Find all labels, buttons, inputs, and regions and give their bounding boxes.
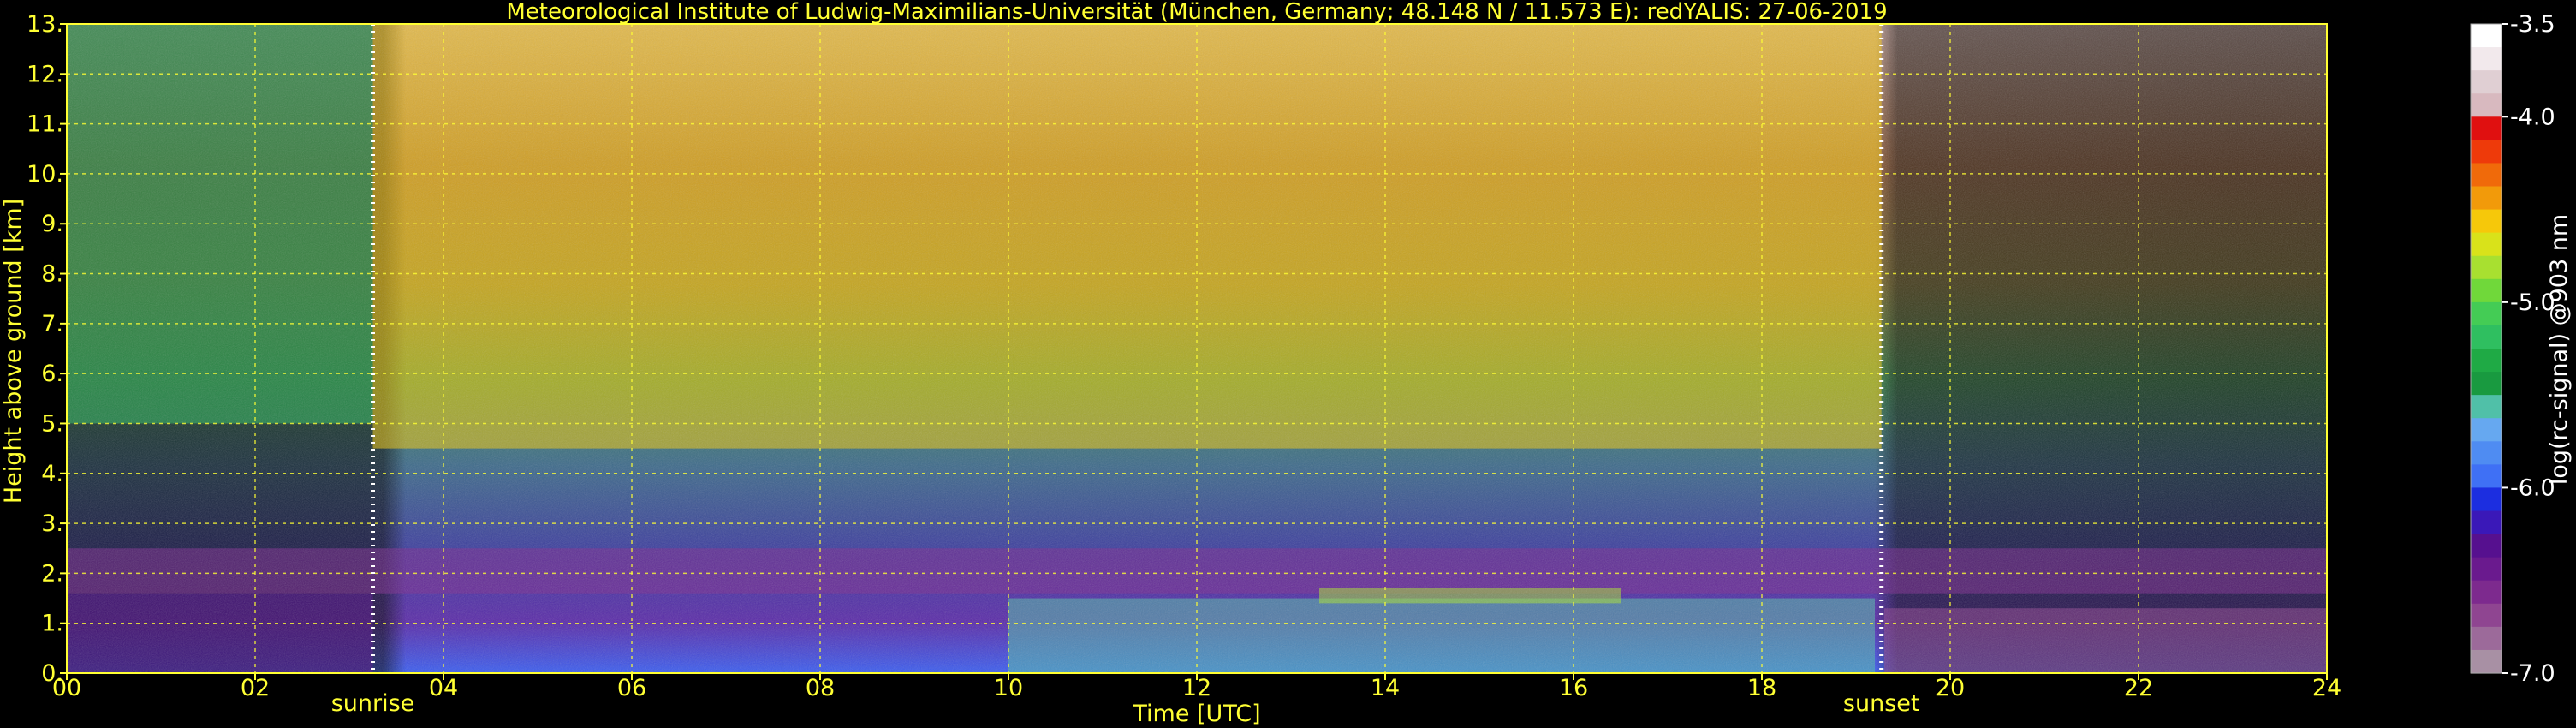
marker-label-sunset: sunset: [1843, 690, 1920, 717]
colorbar-swatch: [2471, 163, 2502, 188]
colorbar-tick-label: -3.5: [2510, 11, 2555, 38]
colorbar: -3.5-4.0-5.0-6.0-7.0: [2470, 11, 2555, 687]
x-axis-label: Time [UTC]: [1132, 701, 1260, 727]
colorbar-swatch: [2471, 603, 2502, 628]
y-tick-label: 5.: [41, 410, 63, 437]
y-tick-label: 8.: [41, 261, 63, 288]
colorbar-swatch: [2471, 649, 2502, 674]
colorbar-swatch: [2471, 209, 2502, 234]
colorbar-tick-label: -7.0: [2510, 660, 2555, 687]
y-tick-label: 0.: [41, 660, 63, 687]
colorbar-swatch: [2471, 557, 2502, 582]
colorbar-swatch: [2471, 24, 2502, 48]
colorbar-swatch: [2471, 116, 2502, 140]
colorbar-swatch: [2471, 534, 2502, 558]
colorbar-swatch: [2471, 186, 2502, 211]
colorbar-swatch: [2471, 418, 2502, 442]
y-tick-label: 11.: [27, 111, 63, 138]
x-tick-label: 12: [1182, 675, 1211, 701]
x-tick-label: 16: [1559, 675, 1588, 701]
colorbar-swatch: [2471, 580, 2502, 605]
colorbar-swatch: [2471, 301, 2502, 326]
lidar-quicklook-chart: sunrise sunset 00 02 04 06 08 10 12 14 16 18 20 22 24…: [0, 0, 2573, 727]
y-tick-label: 13.: [27, 11, 63, 38]
colorbar-swatch: [2471, 487, 2502, 512]
y-tick-label: 3.: [41, 510, 63, 537]
y-tick-label: 6.: [41, 361, 63, 387]
colorbar-swatch: [2471, 325, 2502, 349]
x-tick-label: 06: [617, 675, 646, 701]
colorbar-swatch: [2471, 349, 2502, 373]
colorbar-swatch: [2471, 47, 2502, 71]
colorbar-swatch: [2471, 395, 2502, 419]
colorbar-swatch: [2471, 93, 2502, 117]
y-tick-label: 2.: [41, 560, 63, 587]
colorbar-label: log(rc-signal) @903 nm: [2546, 214, 2573, 485]
chart-title: Meteorological Institute of Ludwig-Maxim…: [506, 0, 1887, 25]
y-tick-label: 1.: [41, 611, 63, 637]
colorbar-swatch: [2471, 464, 2502, 489]
y-tick-label: 12.: [27, 61, 63, 87]
colorbar-swatch: [2471, 441, 2502, 465]
y-tick-label: 9.: [41, 211, 63, 237]
x-tick-label: 08: [806, 675, 835, 701]
colorbar-swatch: [2471, 626, 2502, 651]
x-tick-label: 02: [241, 675, 270, 701]
colorbar-swatch: [2471, 278, 2502, 303]
x-tick-label: 10: [994, 675, 1023, 701]
colorbar-swatch: [2471, 140, 2502, 164]
x-tick-label: 04: [429, 675, 458, 701]
marker-label-sunrise: sunrise: [331, 690, 415, 717]
x-tick-label: 18: [1747, 675, 1776, 701]
colorbar-swatch: [2471, 70, 2502, 94]
colorbar-tick-label: -4.0: [2510, 104, 2555, 130]
colorbar-swatch: [2471, 510, 2502, 535]
colorbar-swatch: [2471, 232, 2502, 257]
x-tick-label: 24: [2312, 675, 2341, 701]
y-axis-label: Height above ground [km]: [0, 199, 27, 504]
x-tick-label: 14: [1371, 675, 1400, 701]
x-tick-label: 20: [1936, 675, 1965, 701]
colorbar-swatch: [2471, 255, 2502, 280]
colorbar-swatch: [2471, 372, 2502, 396]
x-tick-label: 22: [2124, 675, 2153, 701]
y-tick-label: 4.: [41, 461, 63, 487]
y-tick-label: 7.: [41, 311, 63, 337]
y-tick-label: 10.: [27, 161, 63, 188]
